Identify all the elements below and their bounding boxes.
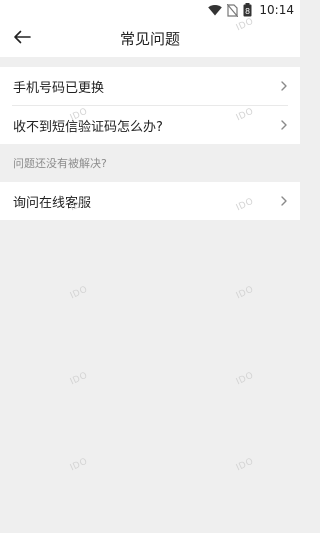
faq-item-label: 收不到短信验证码怎么办? xyxy=(13,119,163,135)
watermark: IDO xyxy=(68,370,90,388)
status-bar: 8 10:14 xyxy=(0,0,300,20)
battery-icon: 8 xyxy=(243,3,252,17)
back-button[interactable] xyxy=(8,24,36,52)
chevron-right-icon xyxy=(280,119,288,131)
page-title: 常见问题 xyxy=(119,30,180,48)
faq-list: 手机号码已更换 收不到短信验证码怎么办? xyxy=(0,67,300,144)
chevron-right-icon xyxy=(280,80,288,92)
watermark: IDO xyxy=(234,456,256,474)
watermark: IDO xyxy=(234,370,256,388)
watermark: IDO xyxy=(68,284,90,302)
status-time: 10:14 xyxy=(259,3,294,17)
watermark: IDO xyxy=(68,456,90,474)
no-sim-icon xyxy=(227,3,239,17)
watermark: IDO xyxy=(234,284,256,302)
online-support-label: 询问在线客服 xyxy=(13,195,92,211)
faq-item-phone-changed[interactable]: 手机号码已更换 xyxy=(0,67,300,105)
section-hint: 问题还没有被解决? xyxy=(13,157,107,170)
faq-item-no-sms-code[interactable]: 收不到短信验证码怎么办? xyxy=(0,106,300,144)
online-support-item[interactable]: 询问在线客服 xyxy=(0,182,300,220)
faq-item-label: 手机号码已更换 xyxy=(13,80,105,96)
battery-level: 8 xyxy=(245,7,250,16)
arrow-left-icon xyxy=(13,29,31,48)
chevron-right-icon xyxy=(280,195,288,207)
wifi-icon xyxy=(208,4,223,16)
contact-list: 询问在线客服 xyxy=(0,182,300,220)
app-bar: 常见问题 xyxy=(0,20,300,57)
